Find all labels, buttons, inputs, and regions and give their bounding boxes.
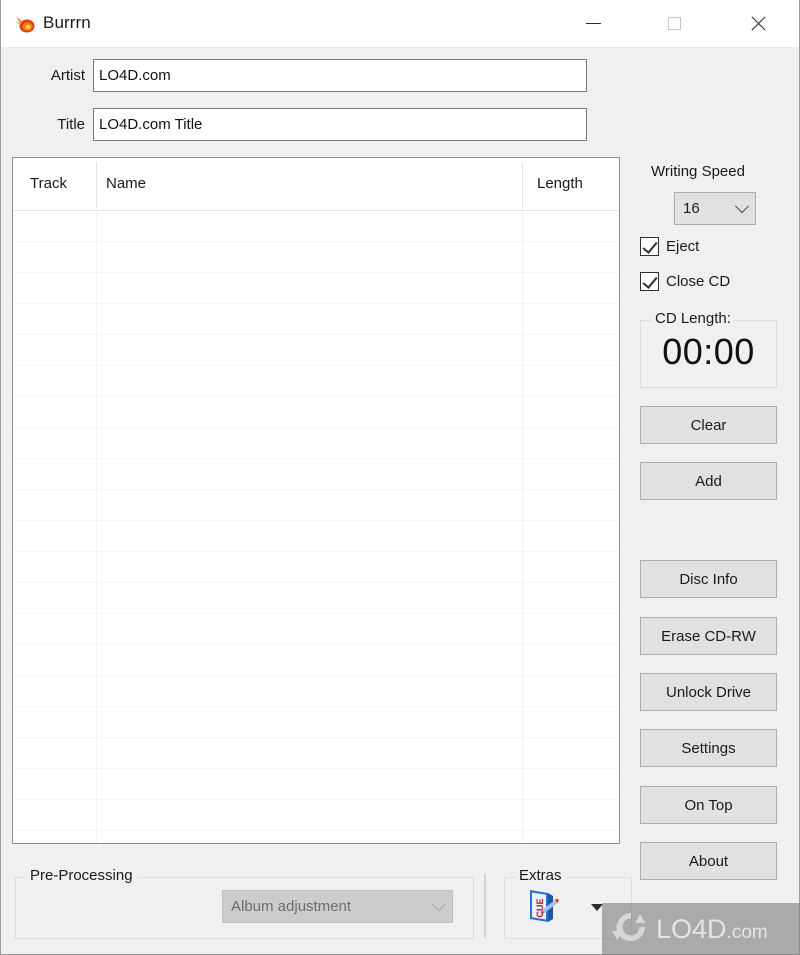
cd-length-value: 00:00 [662, 331, 755, 372]
close-button[interactable] [723, 0, 792, 47]
track-list-row[interactable] [13, 304, 619, 335]
watermark-text: LO4D.com [656, 914, 768, 945]
maximize-icon [668, 17, 681, 30]
artist-label: Artist [50, 67, 85, 84]
track-list-row[interactable] [13, 242, 619, 273]
svg-text:CUE: CUE [535, 898, 545, 917]
bottom-separator [484, 874, 486, 938]
eject-checkbox-row[interactable]: Eject [640, 237, 699, 256]
settings-button[interactable]: Settings [640, 729, 777, 767]
lo4d-watermark: LO4D.com [602, 903, 800, 955]
track-list-row[interactable] [13, 800, 619, 831]
track-list-row[interactable] [13, 521, 619, 552]
album-adjustment-value: Album adjustment [231, 898, 352, 915]
column-header-name[interactable]: Name [106, 175, 146, 192]
writing-speed-select[interactable]: 16 [674, 192, 756, 225]
close-icon [750, 16, 766, 32]
track-list-row[interactable] [13, 738, 619, 769]
window-title: Burrrn [43, 13, 91, 32]
disc-info-button[interactable]: Disc Info [640, 560, 777, 598]
album-adjustment-select[interactable]: Album adjustment [222, 890, 453, 923]
minimize-icon [586, 23, 601, 24]
track-list-rows [13, 211, 619, 843]
chevron-down-icon [729, 193, 755, 224]
column-header-length[interactable]: Length [537, 175, 583, 192]
unlock-drive-button[interactable]: Unlock Drive [640, 673, 777, 711]
cd-length-group: CD Length: 00:00 [640, 310, 777, 388]
track-list-row[interactable] [13, 552, 619, 583]
title-input[interactable] [93, 108, 587, 141]
track-list-row[interactable] [13, 273, 619, 304]
maximize-button[interactable] [640, 0, 709, 47]
refresh-circle-icon [610, 907, 652, 952]
title-label: Title [57, 116, 85, 133]
about-button[interactable]: About [640, 842, 777, 880]
track-list-row[interactable] [13, 366, 619, 397]
clear-button[interactable]: Clear [640, 406, 777, 444]
close-cd-label: Close CD [666, 273, 731, 290]
track-list-row[interactable] [13, 645, 619, 676]
burrrn-main-window: Burrrn Artist Title Track Name Length Wr… [0, 0, 800, 955]
track-list-row[interactable] [13, 335, 619, 366]
track-list-row[interactable] [13, 459, 619, 490]
pre-processing-title: Pre-Processing [26, 867, 137, 884]
writing-speed-label: Writing Speed [651, 163, 745, 180]
chevron-down-icon [426, 891, 452, 922]
add-button[interactable]: Add [640, 462, 777, 500]
close-cd-checkbox[interactable] [640, 272, 659, 291]
erase-cd-rw-button[interactable]: Erase CD-RW [640, 617, 777, 655]
track-list-row[interactable] [13, 211, 619, 242]
track-list-header: Track Name Length [13, 158, 619, 211]
minimize-button[interactable] [559, 0, 628, 47]
eject-label: Eject [666, 238, 700, 255]
track-list-row[interactable] [13, 397, 619, 428]
flame-icon [14, 13, 36, 35]
artist-input[interactable] [93, 59, 587, 92]
writing-speed-value: 16 [683, 200, 700, 217]
column-header-track[interactable]: Track [30, 175, 67, 192]
track-list-row[interactable] [13, 769, 619, 800]
watermark-brand: LO4D [656, 913, 727, 944]
close-cd-checkbox-row[interactable]: Close CD [640, 272, 730, 291]
track-list-row[interactable] [13, 676, 619, 707]
track-list-row[interactable] [13, 707, 619, 738]
track-list-row[interactable] [13, 428, 619, 459]
cd-length-label: CD Length: [651, 310, 735, 327]
track-list-row[interactable] [13, 583, 619, 614]
title-bar: Burrrn [1, 0, 799, 48]
watermark-suffix: .com [726, 921, 768, 943]
track-list-row[interactable] [13, 490, 619, 521]
extras-title: Extras [515, 867, 566, 884]
eject-checkbox[interactable] [640, 237, 659, 256]
track-list[interactable]: Track Name Length [12, 157, 620, 844]
column-divider-2[interactable] [522, 162, 523, 208]
cue-file-icon[interactable]: CUE [526, 888, 560, 926]
track-list-row[interactable] [13, 614, 619, 645]
on-top-button[interactable]: On Top [640, 786, 777, 824]
column-divider-1[interactable] [96, 162, 97, 208]
